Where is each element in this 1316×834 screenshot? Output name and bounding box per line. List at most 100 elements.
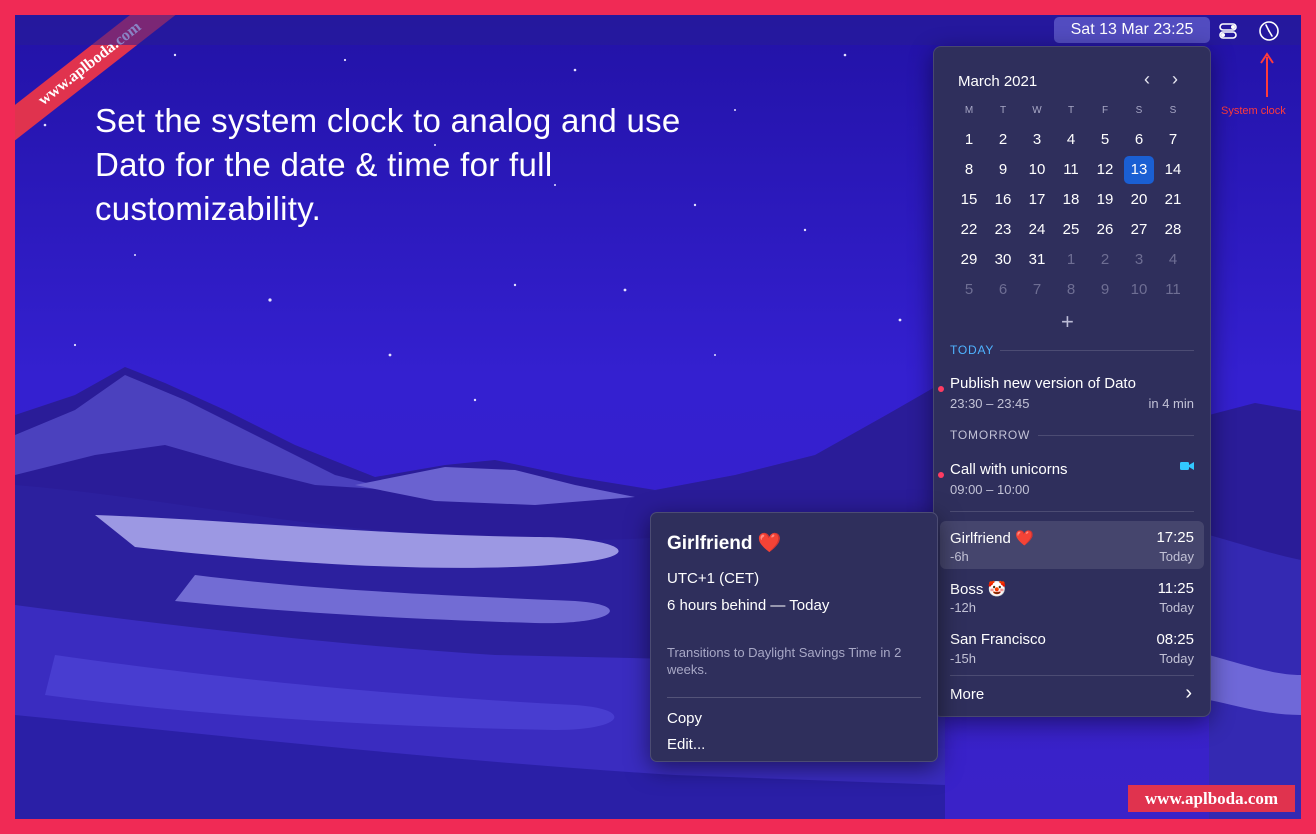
calendar-day[interactable]: 10 [1124,276,1154,304]
calendar-day[interactable]: 1 [1056,246,1086,274]
calendar-day[interactable]: 9 [988,156,1018,184]
watermark-bottom-right: www.aplboda.com [1128,785,1295,812]
calendar-day[interactable]: 16 [988,186,1018,214]
timezone-offset: -12h [950,600,977,615]
calendar-day[interactable]: 5 [954,276,984,304]
calendar-day[interactable]: 1 [954,126,984,154]
event-color-dot [938,472,944,478]
calendar-day[interactable]: 22 [954,216,984,244]
chevron-right-icon[interactable]: › [1172,69,1178,90]
calendar-day[interactable]: 6 [1124,126,1154,154]
divider [950,511,1194,512]
timezone-time: 08:25 [1156,631,1194,648]
add-event-button[interactable]: + [1061,309,1074,335]
dato-menu-panel: March 2021 ‹ › MTWTFSS 1 2 3 4 5 6 7 8 9 10 11 12 13… [933,46,1211,717]
calendar-day[interactable]: 7 [1158,126,1188,154]
timezone-offset: -15h [950,651,977,666]
timezone-day: Today [1159,600,1194,615]
desktop: www.aplboda.com Sat 13 Mar 23:25 Set the… [15,15,1301,819]
event-time: 09:00 – 10:00 [950,482,1030,497]
timezone-time: 17:25 [1156,529,1194,546]
copy-menu-item[interactable]: Copy [667,710,702,727]
timezone-name: San Francisco [950,631,1046,648]
timezone-detail-popover: Girlfriend ❤️ UTC+1 (CET) 6 hours behind… [650,512,938,762]
calendar-day[interactable]: 7 [1022,276,1052,304]
timezone-name: Girlfriend ❤️ [950,530,1034,547]
calendar-day[interactable]: 2 [1090,246,1120,274]
calendar-day[interactable]: 3 [1124,246,1154,274]
calendar-day[interactable]: 11 [1158,276,1188,304]
calendar-day[interactable]: 10 [1022,156,1052,184]
tomorrow-section-label: TOMORROW [950,428,1031,442]
calendar-day[interactable]: 18 [1056,186,1086,214]
calendar-day[interactable]: 24 [1022,216,1052,244]
calendar-month-label: March 2021 [958,73,1038,90]
timezone-day: Today [1159,651,1194,666]
popover-time-difference: 6 hours behind — Today [667,597,830,614]
calendar-day[interactable]: 26 [1090,216,1120,244]
calendar-day[interactable]: 6 [988,276,1018,304]
calendar-day[interactable]: 30 [988,246,1018,274]
divider [1038,435,1194,436]
annotation-arrow-icon [1260,52,1274,97]
calendar-day[interactable]: 28 [1158,216,1188,244]
weekday-label: T [999,105,1007,116]
weekday-label: M [964,105,974,116]
weekday-label: F [1101,105,1109,116]
calendar-day[interactable]: 31 [1022,246,1052,274]
timezone-day: Today [1159,549,1194,564]
calendar-day[interactable]: 8 [954,156,984,184]
event-time: 23:30 – 23:45 [950,396,1030,411]
headline-text: Set the system clock to analog and use D… [95,102,681,227]
calendar-day[interactable]: 25 [1056,216,1086,244]
calendar-day[interactable]: 13 [1124,156,1154,184]
calendar-day[interactable]: 20 [1124,186,1154,214]
calendar-day[interactable]: 5 [1090,126,1120,154]
menu-bar-datetime[interactable]: Sat 13 Mar 23:25 [1054,17,1210,43]
calendar-day[interactable]: 8 [1056,276,1086,304]
weekday-label: S [1169,105,1177,116]
timezone-row-boss[interactable]: Boss 🤡 -12h 11:25 Today [940,572,1204,620]
calendar-day[interactable]: 21 [1158,186,1188,214]
calendar-day[interactable]: 4 [1158,246,1188,274]
event-color-dot [938,386,944,392]
analog-clock-icon[interactable] [1258,20,1280,42]
calendar-day[interactable]: 29 [954,246,984,274]
popover-dst-note: Transitions to Daylight Savings Time in … [667,645,902,677]
event-title: Call with unicorns [950,461,1068,478]
timezone-time: 11:25 [1157,580,1194,597]
weekday-label: T [1067,105,1075,116]
calendar-day[interactable]: 23 [988,216,1018,244]
video-call-icon[interactable] [1180,461,1194,471]
more-label: More [950,686,985,703]
calendar-day[interactable]: 9 [1090,276,1120,304]
divider [1000,350,1194,351]
popover-title: Girlfriend ❤️ [667,533,782,554]
chevron-right-icon: › [1185,682,1192,704]
calendar-day[interactable]: 14 [1158,156,1188,184]
calendar-day[interactable]: 4 [1056,126,1086,154]
control-center-icon[interactable] [1218,21,1238,41]
today-section-label: TODAY [950,343,995,357]
timezone-name: Boss 🤡 [950,581,1007,598]
calendar-day[interactable]: 11 [1056,156,1086,184]
calendar-day[interactable]: 27 [1124,216,1154,244]
timezone-offset: -6h [950,549,969,564]
edit-menu-item[interactable]: Edit... [667,736,705,753]
chevron-left-icon[interactable]: ‹ [1144,69,1150,90]
calendar-day[interactable]: 12 [1090,156,1120,184]
timezone-row-girlfriend[interactable]: Girlfriend ❤️ -6h 17:25 Today [940,521,1204,569]
calendar-day[interactable]: 17 [1022,186,1052,214]
calendar-day[interactable]: 2 [988,126,1018,154]
event-title: Publish new version of Dato [950,375,1136,392]
event-relative-time: in 4 min [1148,396,1194,411]
calendar-day[interactable]: 3 [1022,126,1052,154]
calendar-day[interactable]: 15 [954,186,984,214]
weekday-label: W [1032,105,1042,116]
divider [667,697,921,698]
timezone-row-san-francisco[interactable]: San Francisco -15h 08:25 Today [940,623,1204,671]
calendar-day[interactable]: 19 [1090,186,1120,214]
popover-utc-offset: UTC+1 (CET) [667,570,760,587]
more-menu-item[interactable]: More › [934,675,1210,709]
annotation-label: System clock [1221,105,1286,117]
